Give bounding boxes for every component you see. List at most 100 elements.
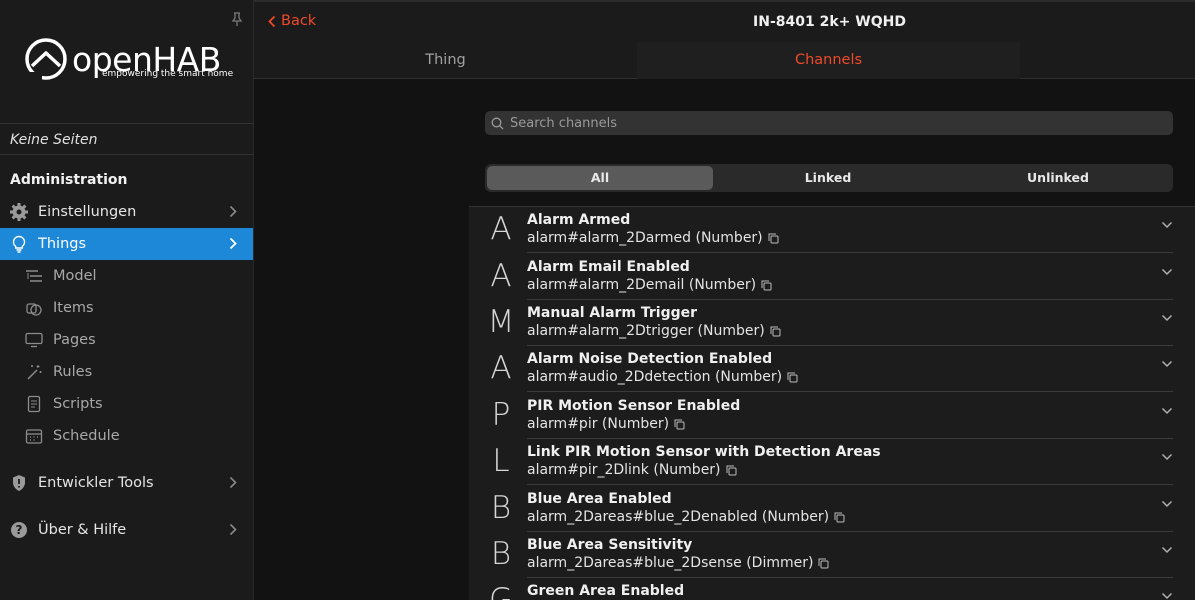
- help-icon: ?: [9, 520, 29, 540]
- sidebar-item-schedule[interactable]: Schedule: [0, 420, 253, 452]
- tab-thing[interactable]: Thing: [254, 42, 637, 79]
- sidebar-item-rules[interactable]: Rules: [0, 356, 253, 388]
- channel-uid-text: alarm#alarm_2Demail (Number): [527, 277, 757, 293]
- shield-icon: [9, 473, 29, 493]
- chevron-right-icon: [229, 476, 237, 493]
- copy-icon[interactable]: [787, 372, 798, 383]
- channel-filter: All Linked Unlinked: [485, 164, 1173, 192]
- sidebar-item-about-help[interactable]: ? Über & Hilfe: [0, 514, 253, 546]
- channel-uid: alarm#alarm_2Darmed (Number): [527, 230, 779, 246]
- search-input[interactable]: [510, 115, 1150, 131]
- chevron-down-icon[interactable]: [1161, 446, 1173, 465]
- chevron-down-icon[interactable]: [1161, 493, 1173, 512]
- channel-uid: alarm#audio_2Ddetection (Number): [527, 369, 798, 385]
- channel-letter: B: [490, 490, 512, 526]
- channel-name: Blue Area Sensitivity: [527, 537, 693, 553]
- chevron-down-icon[interactable]: [1161, 400, 1173, 419]
- channel-name: Green Area Enabled: [527, 583, 685, 599]
- chevron-down-icon[interactable]: [1161, 261, 1173, 280]
- chevron-down-icon[interactable]: [1161, 307, 1173, 326]
- sidebar-item-settings[interactable]: Einstellungen: [0, 196, 253, 228]
- copy-icon[interactable]: [818, 558, 829, 569]
- sidebar-item-label: Rules: [53, 364, 93, 380]
- channel-name: Alarm Noise Detection Enabled: [527, 351, 773, 367]
- channel-list: A Alarm Armed alarm#alarm_2Darmed (Numbe…: [469, 206, 1195, 600]
- pin-icon[interactable]: [231, 12, 243, 30]
- filter-linked-button[interactable]: Linked: [715, 166, 941, 190]
- chevron-right-icon: [229, 237, 237, 254]
- channel-uid-text: alarm#audio_2Ddetection (Number): [527, 369, 783, 385]
- channel-letter: G: [488, 582, 514, 600]
- copy-icon[interactable]: [761, 280, 772, 291]
- sidebar-item-label: Things: [38, 236, 87, 252]
- channel-name: Manual Alarm Trigger: [527, 305, 698, 321]
- filter-unlinked-button[interactable]: Unlinked: [945, 166, 1171, 190]
- list-item[interactable]: A Alarm Armed alarm#alarm_2Darmed (Numbe…: [469, 207, 1195, 253]
- sidebar-item-label: Model: [53, 268, 97, 284]
- lightbulb-icon: [9, 234, 29, 254]
- channel-uid: alarm_2Dareas#blue_2Dsense (Dimmer): [527, 555, 829, 571]
- row-divider: [527, 391, 1173, 392]
- svg-text:?: ?: [16, 523, 23, 537]
- list-item[interactable]: M Manual Alarm Trigger alarm#alarm_2Dtri…: [469, 300, 1195, 346]
- row-divider: [527, 484, 1173, 485]
- channel-uid-text: alarm#alarm_2Darmed (Number): [527, 230, 763, 246]
- channel-letter: L: [492, 443, 510, 479]
- copy-icon[interactable]: [768, 233, 779, 244]
- sidebar-item-label: Scripts: [53, 396, 103, 412]
- openhab-logo[interactable]: openHAB empowering the smart home: [24, 36, 234, 86]
- list-item[interactable]: B Blue Area Sensitivity alarm_2Dareas#bl…: [469, 532, 1195, 578]
- list-item[interactable]: P PIR Motion Sensor Enabled alarm#pir (N…: [469, 393, 1195, 439]
- channel-letter: M: [487, 304, 515, 340]
- copy-icon[interactable]: [726, 465, 737, 476]
- document-icon: [24, 394, 44, 414]
- copy-icon[interactable]: [834, 512, 845, 523]
- sidebar-item-things[interactable]: Things: [0, 228, 253, 260]
- calendar-icon: [24, 426, 44, 446]
- sidebar-item-label: Schedule: [53, 428, 120, 444]
- page-title: IN-8401 2k+ WQHD: [753, 14, 906, 30]
- chevron-down-icon[interactable]: [1161, 214, 1173, 233]
- openhab-logo-icon: [25, 38, 67, 80]
- sidebar-item-developer-tools[interactable]: Entwickler Tools: [0, 467, 253, 499]
- sidebar-item-scripts[interactable]: Scripts: [0, 388, 253, 420]
- channel-uid-text: alarm#pir (Number): [527, 416, 670, 432]
- list-item[interactable]: A Alarm Email Enabled alarm#alarm_2Demai…: [469, 254, 1195, 300]
- filter-all-button[interactable]: All: [487, 166, 713, 190]
- channel-letter: P: [491, 397, 511, 433]
- sidebar-item-label: Pages: [53, 332, 96, 348]
- channel-letter: B: [490, 536, 512, 572]
- sidebar-item-pages[interactable]: Pages: [0, 324, 253, 356]
- channel-letter: A: [490, 211, 512, 247]
- channel-letter: A: [490, 350, 512, 386]
- row-divider: [527, 252, 1173, 253]
- items-icon: [24, 298, 44, 318]
- channel-uid-text: alarm_2Dareas#blue_2Dsense (Dimmer): [527, 555, 814, 571]
- copy-icon[interactable]: [674, 419, 685, 430]
- top-navbar: Back IN-8401 2k+ WQHD: [254, 0, 1195, 42]
- search-bar[interactable]: [485, 111, 1173, 135]
- sidebar-item-model[interactable]: Model: [0, 260, 253, 292]
- list-tree-icon: [24, 266, 44, 286]
- chevron-right-icon: [229, 205, 237, 222]
- channel-name: Alarm Email Enabled: [527, 259, 690, 275]
- channel-name: Blue Area Enabled: [527, 491, 672, 507]
- list-item[interactable]: B Blue Area Enabled alarm_2Dareas#blue_2…: [469, 486, 1195, 532]
- list-item[interactable]: L Link PIR Motion Sensor with Detection …: [469, 439, 1195, 485]
- gear-icon: [9, 202, 29, 222]
- chevron-down-icon[interactable]: [1161, 539, 1173, 558]
- sidebar-item-items[interactable]: Items: [0, 292, 253, 324]
- list-item[interactable]: A Alarm Noise Detection Enabled alarm#au…: [469, 346, 1195, 392]
- tab-channels[interactable]: Channels: [637, 42, 1020, 79]
- chevron-down-icon[interactable]: [1161, 353, 1173, 372]
- channel-name: Alarm Armed: [527, 212, 631, 228]
- copy-icon[interactable]: [770, 326, 781, 337]
- sidebar-item-label: Einstellungen: [38, 204, 137, 220]
- magic-wand-icon: [24, 362, 44, 382]
- chevron-down-icon[interactable]: [1161, 585, 1173, 600]
- monitor-icon: [24, 330, 44, 350]
- channel-letter: A: [490, 258, 512, 294]
- list-item[interactable]: G Green Area Enabled: [469, 578, 1195, 600]
- channel-uid: alarm#pir_2Dlink (Number): [527, 462, 737, 478]
- channel-uid: alarm#pir (Number): [527, 416, 685, 432]
